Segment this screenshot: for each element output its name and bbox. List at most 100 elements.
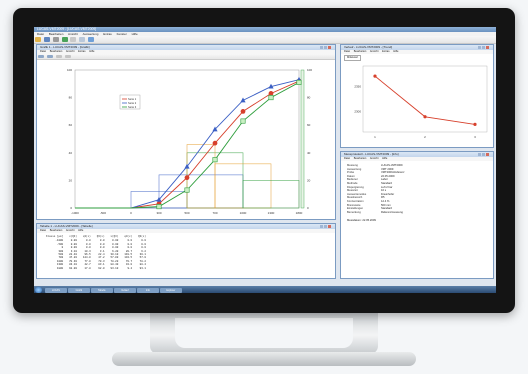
chart-menu-help[interactable]: Hilfe bbox=[89, 50, 94, 53]
trend-selector-row: Mittelwert bbox=[341, 54, 493, 62]
chart-icon[interactable] bbox=[61, 37, 68, 42]
save-icon[interactable] bbox=[43, 37, 50, 42]
trend-x-tick: 1 bbox=[374, 135, 376, 139]
y-tick-label: 100 bbox=[67, 68, 72, 72]
trend-x-tick: 2 bbox=[424, 135, 426, 139]
info-field-key: Bemerkung bbox=[347, 210, 361, 214]
table-menu-edit[interactable]: Bearbeiten bbox=[50, 229, 63, 232]
minimize-icon[interactable] bbox=[320, 46, 323, 49]
table-menu-file[interactable]: Datei bbox=[40, 229, 46, 232]
chart-menu-view[interactable]: Ansicht bbox=[66, 50, 75, 53]
info-field-value: LUCAS-VMT2009 bbox=[381, 164, 403, 167]
maximize-icon[interactable] bbox=[482, 46, 485, 49]
results-table: Klasse [µm] x(Q3) q3(x) Q3(x) x(Q3) q3(x) Q3(x… bbox=[43, 235, 149, 270]
info-field-value: R5 bbox=[381, 196, 385, 200]
trend-menu-help[interactable]: Hilfe bbox=[393, 50, 398, 53]
trend-point bbox=[373, 74, 377, 78]
app-toolbar bbox=[34, 36, 496, 44]
maximize-icon[interactable] bbox=[482, 153, 485, 156]
info-field-value: 12.4 % bbox=[381, 199, 390, 203]
close-icon[interactable] bbox=[328, 46, 331, 49]
trend-menu-tools[interactable]: Extras bbox=[382, 50, 389, 53]
app-title: LUCAS-VMT2009 - [LUCAS-VMT2009] bbox=[37, 27, 97, 31]
info-field-row: Bemerkung Referenzmessung bbox=[347, 211, 487, 215]
trend-menu-edit[interactable]: Bearbeiten bbox=[354, 50, 367, 53]
data-point bbox=[268, 95, 274, 101]
table-icon[interactable] bbox=[70, 37, 77, 42]
grid-icon[interactable] bbox=[55, 55, 62, 58]
trend-plot-area bbox=[362, 65, 488, 132]
trend-x-tick: 3 bbox=[474, 135, 476, 139]
taskbar: LUCAS Grafik Tabelle Verlauf Info Explorer bbox=[34, 286, 496, 293]
maximize-icon[interactable] bbox=[324, 225, 327, 228]
trend-selector[interactable]: Mittelwert bbox=[344, 55, 362, 61]
chart-window: Grafik 1 - LUCAS-VMT2009 - [Grafik] Date… bbox=[36, 44, 336, 220]
table-cell: 1800 bbox=[56, 266, 64, 270]
taskbar-item[interactable]: Verlauf bbox=[113, 287, 136, 293]
table-cell: 93.10 bbox=[110, 266, 119, 270]
data-point bbox=[240, 109, 246, 114]
x-tick-label: 500 bbox=[184, 211, 189, 215]
trend-menu-file[interactable]: Datei bbox=[344, 50, 350, 53]
data-point bbox=[296, 79, 302, 85]
y-tick-label: 40 bbox=[69, 151, 73, 155]
y-tick-label: 20 bbox=[69, 178, 73, 182]
taskbar-item[interactable]: Grafik bbox=[67, 287, 90, 293]
trend-point bbox=[423, 114, 427, 118]
chart-menu-file[interactable]: Datei bbox=[40, 50, 46, 53]
taskbar-item[interactable]: LUCAS bbox=[44, 287, 67, 293]
print-icon[interactable] bbox=[52, 37, 59, 42]
table-window-title: Tabelle 1 - LUCAS-VMT2009 - [Tabelle] bbox=[40, 224, 93, 228]
monitor-stand-base bbox=[112, 352, 416, 366]
info-menu-view[interactable]: Ansicht bbox=[370, 157, 379, 160]
data-point bbox=[240, 118, 246, 124]
chart-menu-edit[interactable]: Bearbeiten bbox=[50, 50, 63, 53]
taskbar-item[interactable]: Info bbox=[136, 287, 159, 293]
table-menu-view[interactable]: Ansicht bbox=[66, 229, 75, 232]
data-point bbox=[184, 187, 190, 193]
right-tick-label: 20 bbox=[307, 178, 311, 182]
info-field-list: Messung LUCAS-VMT2009 Auswertung VMT 2009 Pr… bbox=[341, 161, 493, 217]
legend-label: Serie 1 bbox=[128, 97, 137, 101]
minimize-icon[interactable] bbox=[478, 153, 481, 156]
maximize-icon[interactable] bbox=[324, 46, 327, 49]
close-icon[interactable] bbox=[328, 225, 331, 228]
cursor-icon[interactable] bbox=[79, 37, 86, 42]
trend-menu-view[interactable]: Ansicht bbox=[370, 50, 379, 53]
right-tick-label: 80 bbox=[307, 96, 311, 100]
table-window: Tabelle 1 - LUCAS-VMT2009 - [Tabelle] Da… bbox=[36, 223, 336, 279]
info-field-value: Standard bbox=[381, 181, 392, 185]
trend-window-title: Verlauf - LUCAS-VMT2009 - [Trend] bbox=[344, 45, 393, 49]
trend-y-tick: 2350 bbox=[354, 84, 361, 88]
data-point bbox=[184, 175, 190, 181]
legend-label: Serie 3 bbox=[128, 105, 137, 109]
taskbar-item[interactable]: Tabelle bbox=[90, 287, 113, 293]
taskbar-item[interactable]: Explorer bbox=[159, 287, 182, 293]
info-field-value: Labor bbox=[381, 178, 388, 182]
info-footer: Messdatum: 22.05.2009 bbox=[347, 219, 376, 223]
zoom-out-icon[interactable] bbox=[46, 55, 53, 58]
x-tick-label: 0 bbox=[130, 211, 132, 215]
minimize-icon[interactable] bbox=[478, 46, 481, 49]
zoom-in-icon[interactable] bbox=[38, 55, 44, 58]
minimize-icon[interactable] bbox=[320, 225, 323, 228]
table-row[interactable]: 1800 92.00 17.8 92.0 93.10 9.4 93.1 bbox=[43, 267, 149, 270]
table-menu-help[interactable]: Hilfe bbox=[78, 229, 83, 232]
close-icon[interactable] bbox=[486, 153, 489, 156]
info-menu-file[interactable]: Datei bbox=[344, 157, 350, 160]
trend-chart: 2350 2300 1 2 3 bbox=[354, 65, 488, 139]
info-menu-help[interactable]: Hilfe bbox=[382, 157, 387, 160]
x-tick-label: -1000 bbox=[71, 211, 79, 215]
right-scale-bar bbox=[300, 69, 305, 209]
open-icon[interactable] bbox=[35, 37, 41, 42]
chart-window-title: Grafik 1 - LUCAS-VMT2009 - [Grafik] bbox=[40, 45, 90, 49]
x-tick-label: 1300 bbox=[268, 211, 275, 215]
help-icon[interactable] bbox=[88, 37, 95, 42]
info-menu-edit[interactable]: Bearbeiten bbox=[354, 157, 367, 160]
right-tick-label: 60 bbox=[307, 123, 311, 127]
chart-menu-tools[interactable]: Extras bbox=[78, 50, 85, 53]
export-icon[interactable] bbox=[64, 55, 71, 58]
x-tick-label: 300 bbox=[156, 211, 161, 215]
start-button[interactable] bbox=[35, 286, 42, 293]
close-icon[interactable] bbox=[486, 46, 489, 49]
